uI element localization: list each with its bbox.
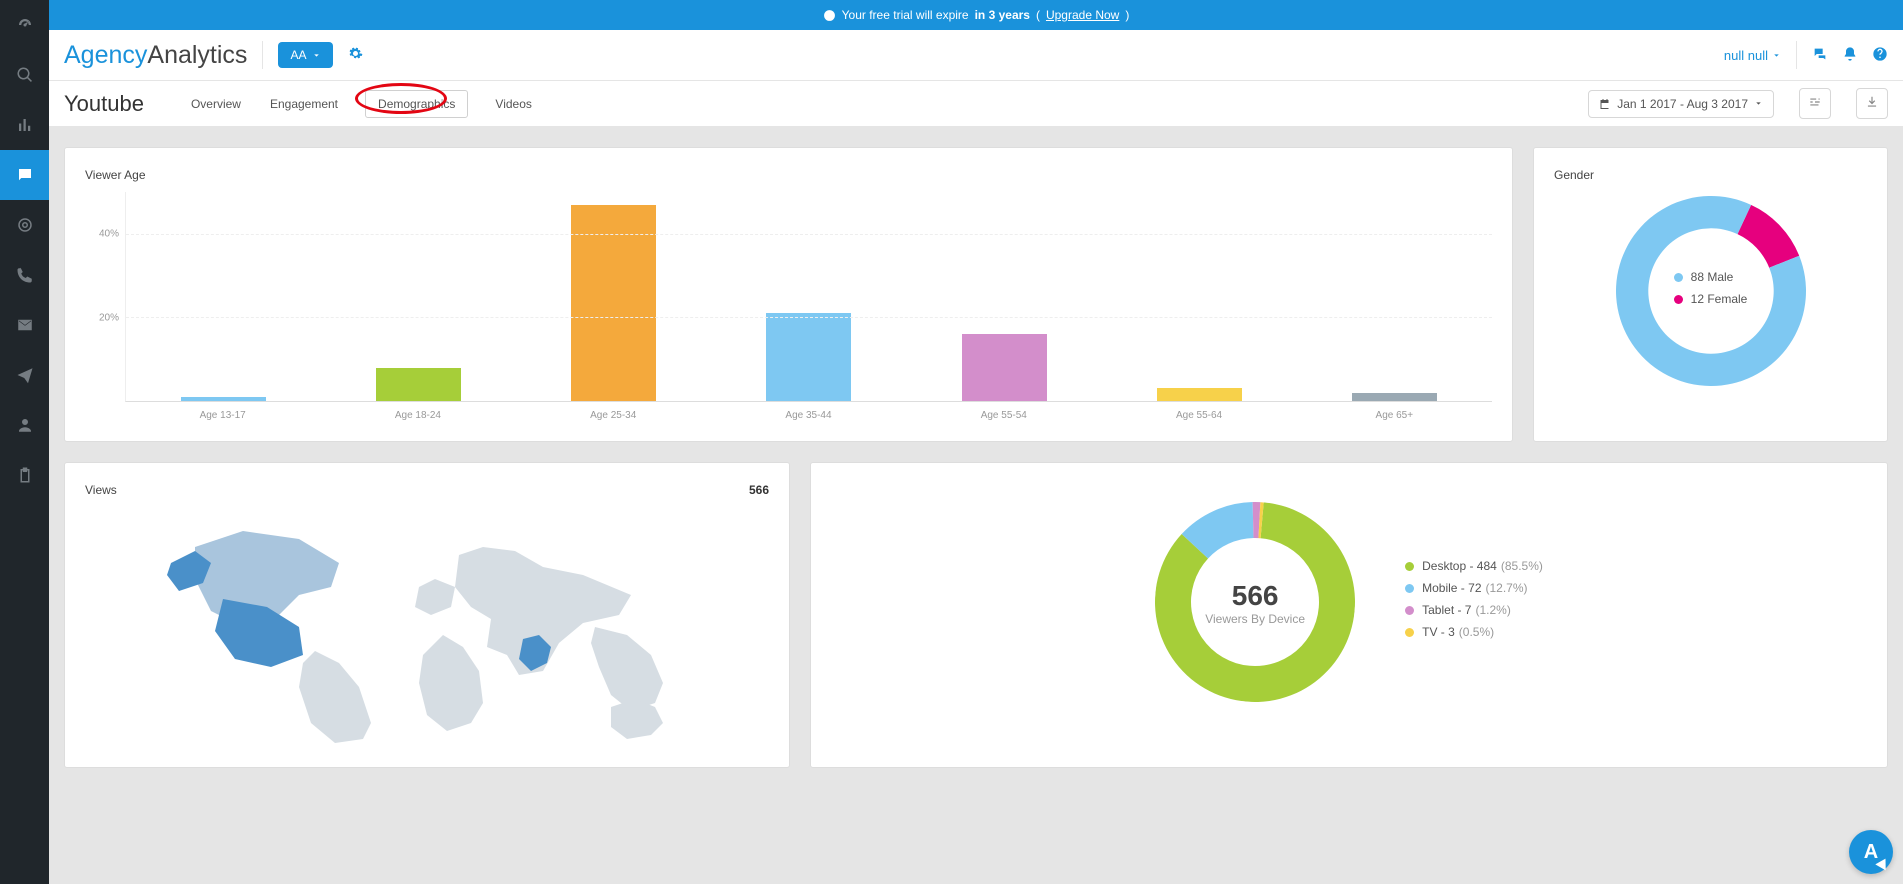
x-label: Age 55-54 bbox=[906, 410, 1101, 421]
help-icon bbox=[1872, 46, 1888, 62]
tab-videos[interactable]: Videos bbox=[493, 91, 533, 117]
bar-age-65+[interactable] bbox=[1352, 393, 1437, 401]
chat-bubbles-icon bbox=[1812, 46, 1828, 62]
x-label: Age 18-24 bbox=[320, 410, 515, 421]
bar-age-13-17[interactable] bbox=[181, 397, 266, 401]
search-icon bbox=[16, 66, 34, 84]
sidebar-item-calls[interactable] bbox=[0, 250, 49, 300]
caret-down-icon bbox=[312, 51, 321, 60]
sliders-icon bbox=[1808, 95, 1822, 109]
card-viewer-age: Viewer Age 20%40% Age 13-17Age 18-24Age … bbox=[64, 147, 1513, 442]
logo-letter: A bbox=[1864, 841, 1878, 864]
envelope-icon bbox=[16, 316, 34, 334]
settings-filter-button[interactable] bbox=[1799, 88, 1831, 119]
bar-age-35-44[interactable] bbox=[766, 313, 851, 401]
divider bbox=[262, 41, 263, 69]
device-legend: Desktop - 484(85.5%) Mobile - 72(12.7%) Ta… bbox=[1405, 559, 1543, 647]
gender-chart: 88 Male 12 Female bbox=[1616, 196, 1806, 389]
user-icon bbox=[16, 416, 34, 434]
campaign-selector-button[interactable]: AA bbox=[278, 42, 333, 68]
bar-age-55-64[interactable] bbox=[1157, 388, 1242, 401]
legend-item: 88 Male bbox=[1674, 270, 1748, 284]
y-tick: 40% bbox=[99, 229, 119, 240]
bar-age-55-54[interactable] bbox=[962, 334, 1047, 401]
legend-item: Tablet - 7(1.2%) bbox=[1405, 603, 1543, 617]
sidebar bbox=[0, 0, 49, 884]
card-title: Views bbox=[85, 483, 117, 497]
views-map[interactable] bbox=[85, 507, 769, 747]
sidebar-item-send[interactable] bbox=[0, 350, 49, 400]
clock-icon bbox=[823, 9, 836, 22]
brand-logo[interactable]: AgencyAnalytics bbox=[64, 41, 247, 70]
caret-down-icon bbox=[1772, 51, 1781, 60]
trial-banner: Your free trial will expire in 3 years (… bbox=[49, 0, 1903, 30]
user-menu[interactable]: null null bbox=[1724, 48, 1781, 63]
bar-age-18-24[interactable] bbox=[376, 368, 461, 401]
card-device: 566 Viewers By Device Desktop - 484(85.5… bbox=[810, 462, 1888, 768]
legend-item: TV - 3(0.5%) bbox=[1405, 625, 1543, 639]
trial-remaining: in 3 years bbox=[975, 8, 1030, 22]
clipboard-icon bbox=[16, 466, 34, 484]
card-title: Viewer Age bbox=[85, 168, 1492, 182]
settings-button[interactable] bbox=[348, 46, 363, 64]
bar-chart-icon bbox=[16, 116, 34, 134]
sidebar-item-ppc[interactable] bbox=[0, 200, 49, 250]
download-button[interactable] bbox=[1856, 88, 1888, 119]
target-icon bbox=[16, 216, 34, 234]
y-tick: 20% bbox=[99, 313, 119, 324]
sidebar-item-users[interactable] bbox=[0, 400, 49, 450]
chat-icon bbox=[16, 166, 34, 184]
gauge-icon bbox=[16, 16, 34, 34]
upgrade-link[interactable]: Upgrade Now bbox=[1046, 8, 1119, 22]
tab-overview[interactable]: Overview bbox=[189, 91, 243, 117]
trial-text: Your free trial will expire bbox=[842, 8, 969, 22]
device-total: 566 bbox=[1232, 580, 1279, 612]
x-label: Age 35-44 bbox=[711, 410, 906, 421]
card-gender: Gender 88 Male 12 Female bbox=[1533, 147, 1888, 442]
legend-item: Desktop - 484(85.5%) bbox=[1405, 559, 1543, 573]
sidebar-item-search[interactable] bbox=[0, 50, 49, 100]
phone-icon bbox=[16, 266, 34, 284]
legend-item: 12 Female bbox=[1674, 292, 1748, 306]
paper-plane-icon bbox=[16, 366, 34, 384]
divider bbox=[1796, 41, 1797, 69]
help-widget-button[interactable]: A bbox=[1849, 830, 1893, 874]
gender-legend: 88 Male 12 Female bbox=[1674, 270, 1748, 314]
x-label: Age 13-17 bbox=[125, 410, 320, 421]
card-views: Views 566 bbox=[64, 462, 790, 768]
sidebar-item-email[interactable] bbox=[0, 300, 49, 350]
topbar: AgencyAnalytics AA null null bbox=[49, 30, 1903, 81]
content: Viewer Age 20%40% Age 13-17Age 18-24Age … bbox=[49, 127, 1903, 884]
notifications-button[interactable] bbox=[1842, 46, 1858, 65]
device-chart: 566 Viewers By Device bbox=[1155, 502, 1355, 705]
help-button[interactable] bbox=[1872, 46, 1888, 65]
views-total: 566 bbox=[749, 483, 769, 497]
sidebar-item-dashboard[interactable] bbox=[0, 0, 49, 50]
x-label: Age 55-64 bbox=[1101, 410, 1296, 421]
gear-icon bbox=[348, 46, 363, 61]
page-title: Youtube bbox=[64, 91, 144, 117]
bell-icon bbox=[1842, 46, 1858, 62]
download-icon bbox=[1865, 95, 1879, 109]
card-title: Gender bbox=[1554, 168, 1867, 182]
x-label: Age 65+ bbox=[1297, 410, 1492, 421]
sidebar-item-tasks[interactable] bbox=[0, 450, 49, 500]
tab-demographics[interactable]: Demographics bbox=[365, 90, 468, 118]
world-map-icon bbox=[85, 507, 769, 747]
caret-down-icon bbox=[1754, 99, 1763, 108]
sidebar-item-analytics[interactable] bbox=[0, 100, 49, 150]
messages-button[interactable] bbox=[1812, 46, 1828, 65]
tab-engagement[interactable]: Engagement bbox=[268, 91, 340, 117]
legend-item: Mobile - 72(12.7%) bbox=[1405, 581, 1543, 595]
sidebar-item-social[interactable] bbox=[0, 150, 49, 200]
viewer-age-chart: 20% 40% bbox=[85, 192, 1492, 402]
subnav: Youtube Overview Engagement Demographics… bbox=[49, 81, 1903, 127]
x-label: Age 25-34 bbox=[516, 410, 711, 421]
calendar-icon bbox=[1599, 98, 1611, 110]
date-range-picker[interactable]: Jan 1 2017 - Aug 3 2017 bbox=[1588, 90, 1774, 118]
device-sub: Viewers By Device bbox=[1205, 612, 1305, 626]
